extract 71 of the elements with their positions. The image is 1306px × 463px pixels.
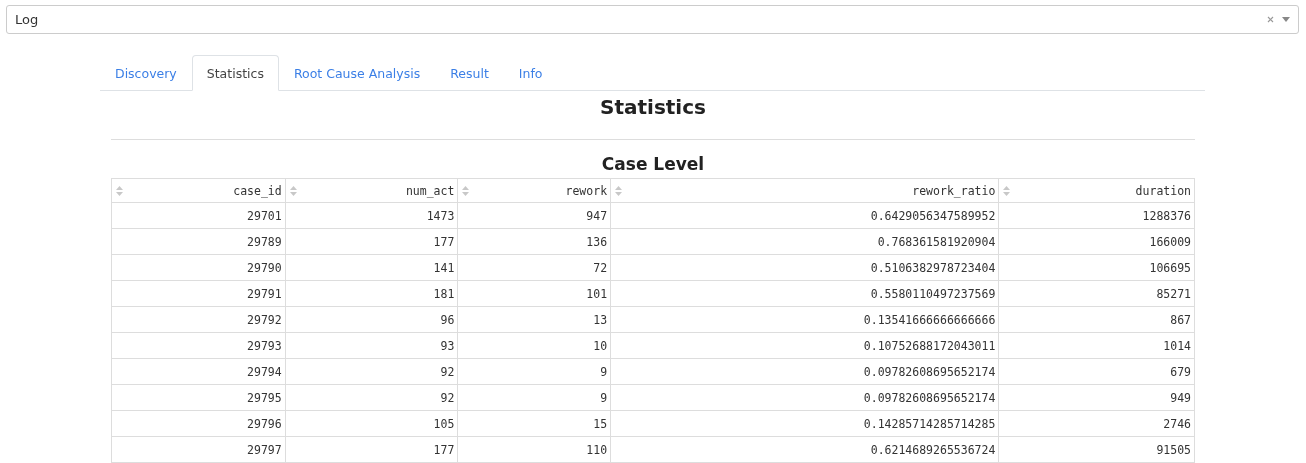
table-cell: 93: [285, 333, 459, 358]
table-cell: 177: [285, 229, 459, 254]
sort-icon: [289, 185, 297, 196]
table-cell: 1473: [285, 203, 459, 228]
section-title: Case Level: [600, 154, 706, 173]
table-cell: 101: [458, 281, 612, 306]
table-cell-text: 85271: [1155, 285, 1192, 303]
table-cell: 72: [458, 255, 612, 280]
sort-icon: [615, 185, 623, 196]
table-cell: 0.10752688172043011: [611, 333, 1000, 358]
tab[interactable]: Discovery: [100, 55, 192, 91]
table-cell-text: 106695: [1148, 259, 1192, 277]
clear-icon[interactable]: [1267, 16, 1274, 23]
table-cell: 0.13541666666666666: [611, 307, 1000, 332]
table-cell: 15: [458, 411, 612, 436]
table-cell: 0.09782608695652174: [611, 359, 1000, 384]
table-cell: 96: [285, 307, 459, 332]
table-cell: 181: [285, 281, 459, 306]
tab[interactable]: Root Cause Analysis: [278, 55, 436, 91]
table-cell-text: 166009: [1148, 233, 1192, 251]
table-cell-text: 679: [1169, 363, 1192, 381]
table-cell-text: 1288376: [1141, 207, 1192, 225]
table-cell: 0.14285714285714285: [611, 411, 1000, 436]
table-cell: 0.5106382978723404: [611, 255, 1000, 280]
table-cell: 177: [285, 437, 459, 462]
sort-icon: [462, 185, 470, 196]
column-header[interactable]: rework_ratio: [611, 179, 1000, 202]
table-cell-text: 91505: [1155, 441, 1192, 459]
table-cell: 0.6429056347589952: [611, 203, 1000, 228]
select-value: Log: [15, 12, 40, 27]
table-cell: 29796: [112, 411, 286, 436]
table-cell: 29792: [112, 307, 286, 332]
table-cell: 947: [458, 203, 612, 228]
caret-icon[interactable]: [1282, 17, 1290, 22]
tab[interactable]: Info: [503, 55, 558, 91]
table-cell: 29793: [112, 333, 286, 358]
table-cell: 13: [458, 307, 612, 332]
table-cell: 0.5580110497237569: [611, 281, 1000, 306]
log-select[interactable]: Log: [6, 5, 1299, 34]
table-cell: 136: [458, 229, 612, 254]
table-cell: 105: [285, 411, 459, 436]
table-cell: 0.09782608695652174: [611, 385, 1000, 410]
table-cell: 0.768361581920904: [611, 229, 1000, 254]
column-header[interactable]: duration: [999, 179, 1194, 202]
table-cell-text: 2746: [1162, 415, 1192, 433]
table-cell: 29795: [112, 385, 286, 410]
table-cell: 29797: [112, 437, 286, 462]
table-cell: 9: [458, 385, 612, 410]
sort-icon: [116, 185, 123, 196]
sort-icon: [1003, 185, 1011, 196]
table-cell-text: 949: [1169, 389, 1192, 407]
table-cell: 92: [285, 385, 459, 410]
table-cell: 92: [285, 359, 459, 384]
table-cell: 0.6214689265536724: [611, 437, 1000, 462]
column-header[interactable]: num_act: [285, 179, 459, 202]
tab[interactable]: Result: [435, 55, 504, 91]
table-cell: 10: [458, 333, 612, 358]
table-cell: 29789: [112, 229, 286, 254]
column-header[interactable]: rework: [458, 179, 612, 202]
table-cell: 9: [458, 359, 612, 384]
table-cell: 141: [285, 255, 459, 280]
table-cell: 29791: [112, 281, 286, 306]
table-cell: 110: [458, 437, 612, 462]
page-title: Statistics: [599, 95, 707, 121]
table-cell: 29790: [112, 255, 286, 280]
tab[interactable]: Statistics: [191, 55, 279, 91]
table-cell: 29794: [112, 359, 286, 384]
table-cell-text: 1014: [1162, 337, 1192, 355]
table-cell-text: 867: [1169, 311, 1192, 329]
table-cell: 29701: [112, 203, 286, 228]
column-header[interactable]: case_id: [112, 179, 286, 202]
